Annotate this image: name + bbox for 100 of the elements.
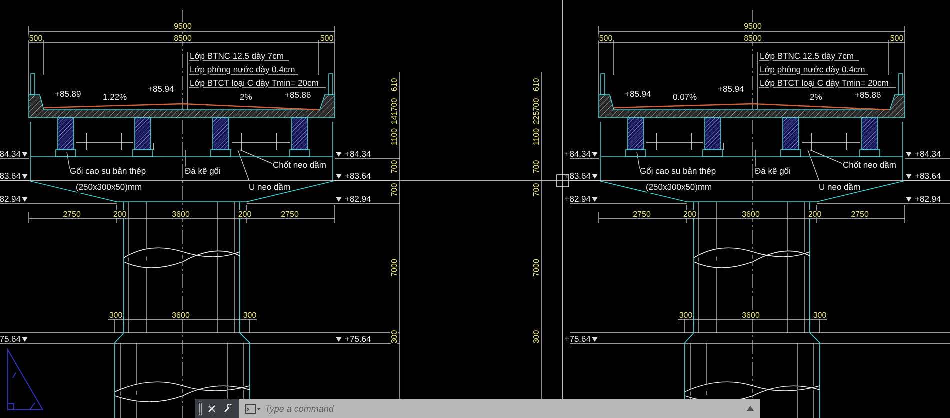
dimension-text: 300 <box>532 330 541 344</box>
dimension-text: 500 <box>599 34 613 43</box>
elevation-label: +85.94 <box>625 89 652 99</box>
elevation-label: 82.94 <box>0 194 21 204</box>
layer-note: Lớp BTCT loại C dày Tmin= 20cm <box>760 78 889 88</box>
level-marker-icon <box>22 174 28 179</box>
dimension-text: 300 <box>813 311 827 320</box>
dimension-text: 3600 <box>742 210 760 219</box>
dimension-text: 9500 <box>174 22 192 31</box>
dimension-text: 300 <box>679 311 693 320</box>
command-input-field[interactable]: Type a command <box>265 404 743 414</box>
bearing-pad <box>860 150 880 158</box>
dimension-text: 225 <box>532 111 541 125</box>
elevation-label: +85.94 <box>148 84 174 94</box>
callout-label: U neo dầm <box>249 182 291 192</box>
girder <box>704 118 722 150</box>
girder <box>782 118 800 150</box>
dimension-text: 1100 <box>532 128 541 146</box>
level-marker-icon <box>592 174 598 179</box>
slope-label: 2% <box>240 92 252 102</box>
bearing-pad <box>626 150 646 158</box>
girder <box>58 118 74 150</box>
railing-post <box>898 74 904 96</box>
dimension-text: 300 <box>243 311 257 320</box>
girder <box>292 118 308 150</box>
bearing-pad <box>780 150 802 158</box>
elevation-label: +82.94 <box>915 194 942 204</box>
callout-label: (250x300x50)mm <box>646 182 712 192</box>
level-marker-icon <box>336 197 342 202</box>
dimension-text: 8500 <box>744 34 762 43</box>
elevation-label: +75.64 <box>345 334 372 344</box>
bearing-pad <box>290 150 310 158</box>
dimension-text: 700 <box>390 160 399 174</box>
elevation-label: +84.34 <box>345 149 372 159</box>
level-marker-icon <box>22 197 28 202</box>
girder <box>134 118 152 150</box>
callout-label: Gối cao su bản thép <box>640 166 716 176</box>
level-marker-icon <box>22 337 28 342</box>
level-marker-icon <box>336 174 342 179</box>
elevation-label: +83.64 <box>345 171 372 181</box>
dimension-text: 7000 <box>532 259 541 277</box>
bearing-pad <box>210 150 232 158</box>
elevation-label: +84.34 <box>564 149 591 159</box>
level-marker-icon <box>906 197 912 202</box>
elevation-label: +85.94 <box>718 84 744 94</box>
dimension-text: 2750 <box>63 210 81 219</box>
elevation-label: 75.64 <box>0 334 21 344</box>
elevation-label: +82.94 <box>564 194 591 204</box>
dimension-text: 700 <box>390 98 399 112</box>
dimension-text: 700 <box>390 183 399 197</box>
elevation-label: +85.86 <box>855 90 882 100</box>
elevation-label: +84.34 <box>915 149 942 159</box>
dimension-text: 500 <box>890 34 904 43</box>
layer-note: Lớp phòng nước dày 0.4cm <box>190 64 296 74</box>
level-marker-icon <box>592 197 598 202</box>
dimension-text: 610 <box>390 78 399 92</box>
girder <box>628 118 644 150</box>
elevation-label: 84.34 <box>0 149 21 159</box>
slope-label: 1.22% <box>103 92 128 102</box>
callout-label: Gối cao su bản thép <box>70 166 146 176</box>
dimension-text: 300 <box>390 330 399 344</box>
dimension-text: 300 <box>109 311 123 320</box>
railing-post <box>328 74 334 96</box>
close-button[interactable] <box>206 404 218 412</box>
level-marker-icon <box>336 152 342 157</box>
level-marker-icon <box>906 174 912 179</box>
wrench-icon[interactable] <box>222 404 235 413</box>
elevation-label: +83.64 <box>564 171 591 181</box>
dimension-text: 141 <box>390 111 399 125</box>
level-marker-icon <box>22 152 28 157</box>
layer-note: Lớp BTNC 12.5 dày 7cm <box>760 51 854 61</box>
dimension-text: 9500 <box>744 22 762 31</box>
bearing-pad <box>56 150 76 158</box>
elevation-label: +83.64 <box>915 171 942 181</box>
layer-note: Lớp BTNC 12.5 dày 7cm <box>190 51 284 61</box>
callout-label: Đá kê gối <box>185 166 221 176</box>
slope-label: 0.07% <box>673 92 698 102</box>
level-marker-icon <box>592 337 598 342</box>
grip-icon[interactable] <box>199 402 202 414</box>
elevation-label: +85.86 <box>285 90 312 100</box>
callout-label: Chốt neo dầm <box>273 160 326 170</box>
dimension-text: 700 <box>532 160 541 174</box>
elevation-label: +85.89 <box>55 89 82 99</box>
dimension-text: 2750 <box>633 210 651 219</box>
railing-post <box>30 74 36 96</box>
dimension-text: 3600 <box>742 311 760 320</box>
layer-note: Lớp BTCT loại C dày Tmin= 20cm <box>190 78 319 88</box>
dimension-text: 2750 <box>281 210 299 219</box>
dimension-text: 500 <box>29 34 43 43</box>
dimension-text: 700 <box>532 98 541 112</box>
dimension-text: 7000 <box>390 259 399 277</box>
layer-note: Lớp phòng nước dày 0.4cm <box>760 64 866 74</box>
ucs-axis-icon <box>8 350 44 410</box>
prompt-icon[interactable] <box>245 404 261 414</box>
dimension-text: 3600 <box>172 311 190 320</box>
dimension-text: 8500 <box>174 34 192 43</box>
bearing-pad <box>132 150 154 158</box>
caret-up-icon[interactable] <box>747 406 754 411</box>
railing-post <box>600 74 606 96</box>
elevation-label: +82.94 <box>345 194 372 204</box>
